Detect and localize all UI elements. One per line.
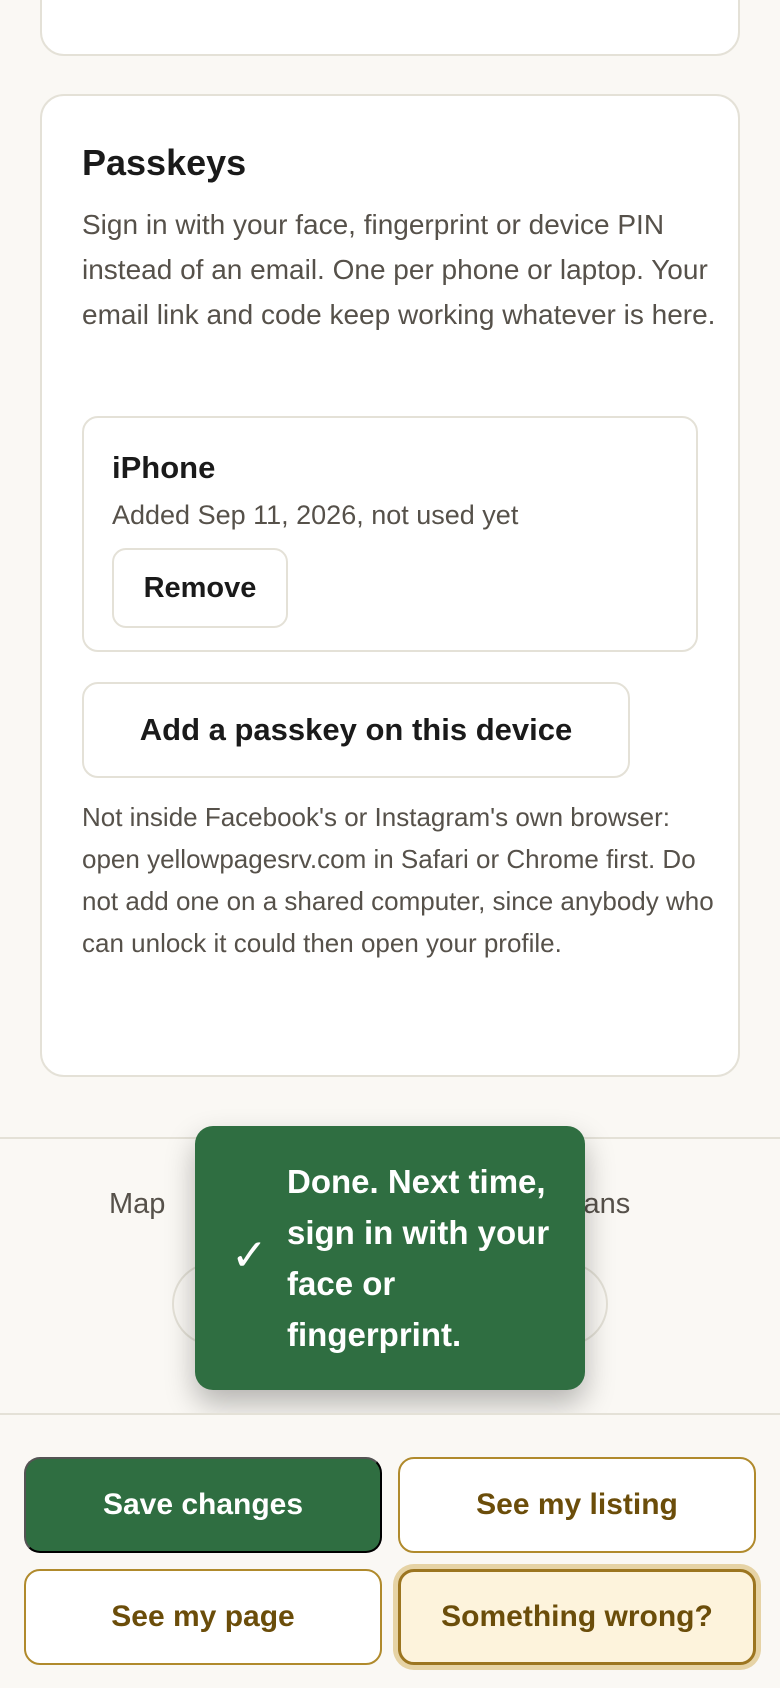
passkeys-title: Passkeys (82, 142, 247, 183)
see-listing-button[interactable]: See my listing (398, 1457, 756, 1553)
report-problem-button[interactable]: Something wrong? (398, 1569, 756, 1665)
device-added-date: Added Sep 11, 2026, not used yet (112, 500, 519, 530)
passkeys-card: Passkeys Sign in with your face, fingerp… (40, 94, 740, 1077)
bottom-action-bar: Save changes See my listing See my page … (0, 1413, 780, 1688)
save-changes-button[interactable]: Save changes (24, 1457, 382, 1553)
check-icon: ✓ (231, 1231, 268, 1280)
page: Passkeys Sign in with your face, fingerp… (0, 0, 780, 1688)
toast-message: Done. Next time, sign in with your face … (287, 1163, 550, 1353)
add-passkey-button[interactable]: Add a passkey on this device (82, 682, 630, 778)
device-name: iPhone (112, 450, 216, 485)
passkey-device-card: iPhone Added Sep 11, 2026, not used yet … (82, 416, 698, 652)
passkeys-note: Not inside Facebook's or Instagram's own… (82, 802, 714, 958)
passkeys-description: Sign in with your face, fingerprint or d… (82, 209, 716, 330)
see-page-button[interactable]: See my page (24, 1569, 382, 1665)
footer-link-map[interactable]: Map (109, 1188, 165, 1221)
previous-section-card (40, 0, 740, 56)
remove-passkey-button[interactable]: Remove (112, 548, 288, 628)
success-toast: ✓ Done. Next time, sign in with your fac… (195, 1126, 585, 1390)
